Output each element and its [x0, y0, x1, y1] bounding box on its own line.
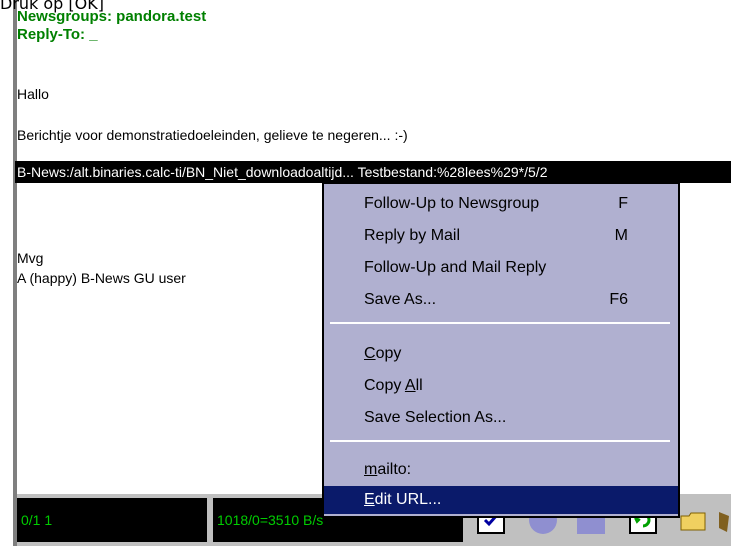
menu-shortcut: M: [614, 227, 628, 244]
window-left-edge: [0, 0, 13, 546]
menu-label: ll: [415, 377, 423, 394]
context-menu: Follow-Up to Newsgroup F Reply by Mail M…: [322, 182, 680, 518]
menu-label: Copy: [364, 377, 405, 394]
signature-line-1: Mvg: [17, 250, 44, 266]
menu-accel: E: [364, 491, 375, 508]
menu-accel: A: [404, 377, 416, 394]
partial-icon[interactable]: [717, 506, 731, 534]
reply-to-header: Reply-To: _: [17, 26, 98, 43]
menu-label: Follow-Up and Mail Reply: [364, 259, 547, 276]
menu-shortcut: F6: [609, 291, 628, 308]
menu-reply-by-mail[interactable]: Reply by Mail M: [324, 222, 678, 250]
menu-separator: [330, 440, 670, 442]
menu-shortcut: F: [618, 195, 628, 212]
menu-follow-up-newsgroup[interactable]: Follow-Up to Newsgroup F: [324, 190, 678, 218]
status-count: 0/1 1: [17, 498, 207, 542]
menu-separator: [330, 322, 670, 324]
menu-label: dit URL...: [374, 491, 442, 508]
menu-accel: m: [364, 461, 378, 478]
menu-save-selection[interactable]: Save Selection As...: [324, 404, 678, 432]
menu-label: ailto:: [377, 461, 412, 478]
newsgroups-header: Newsgroups: pandora.test: [17, 8, 207, 25]
message-greeting: Hallo: [17, 86, 49, 102]
menu-label: Save As...: [364, 291, 437, 308]
menu-edit-url[interactable]: Edit URL...: [324, 486, 678, 514]
menu-accel: C: [364, 345, 376, 362]
menu-copy[interactable]: Copy: [324, 340, 678, 368]
message-body-line: Berichtje voor demonstratiedoeleinden, g…: [17, 127, 408, 143]
menu-follow-up-and-mail[interactable]: Follow-Up and Mail Reply: [324, 254, 678, 282]
menu-label: Reply by Mail: [364, 227, 461, 244]
selected-url-line[interactable]: B-News:/alt.binaries.calc-ti/BN_Niet_dow…: [15, 161, 731, 183]
menu-label: Save Selection As...: [364, 409, 507, 426]
menu-save-as[interactable]: Save As... F6: [324, 286, 678, 314]
signature-line-2: A (happy) B-News GU user: [17, 270, 186, 286]
folder-icon[interactable]: [679, 506, 707, 534]
selected-url-text: B-News:/alt.binaries.calc-ti/BN_Niet_dow…: [17, 164, 548, 180]
menu-label: opy: [375, 345, 402, 362]
menu-copy-all[interactable]: Copy All: [324, 372, 678, 400]
menu-label: Follow-Up to Newsgroup: [364, 195, 540, 212]
menu-mailto[interactable]: mailto:: [324, 456, 678, 484]
